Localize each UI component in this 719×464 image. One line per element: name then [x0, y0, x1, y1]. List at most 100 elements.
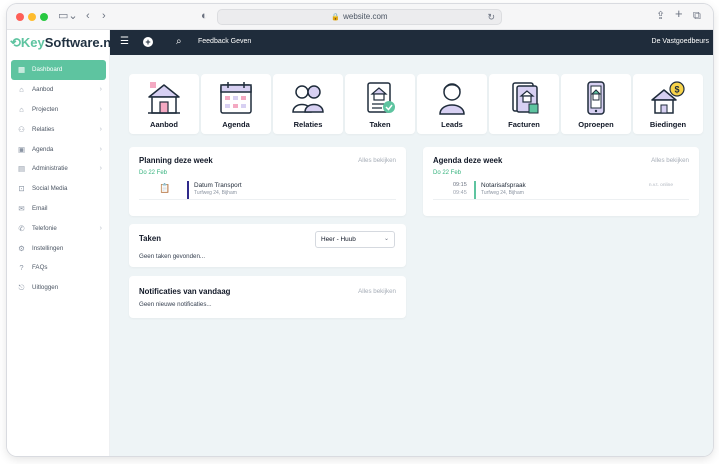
sidebar-item-label: Email	[32, 204, 48, 212]
user-menu[interactable]: De Vastgoedbeurs	[652, 38, 709, 45]
sidebar-toggle-icon[interactable]: ▭⌄	[58, 9, 78, 23]
add-icon[interactable]: +	[143, 37, 153, 47]
sidebar-item-telefonie[interactable]: ✆ Telefonie ›	[11, 218, 106, 238]
tile-taken[interactable]: Taken	[345, 74, 415, 134]
agenda-title: Agenda deze week	[433, 156, 503, 165]
menu-toggle-icon[interactable]: ☰	[120, 36, 129, 48]
sidebar-item-social-media[interactable]: ⊡ Social Media	[11, 179, 106, 199]
sidebar-item-label: Administratie	[32, 165, 68, 173]
sidebar-item-label: Agenda	[32, 145, 54, 153]
person-icon	[439, 83, 465, 115]
tile-biedingen[interactable]: $ Biedingen	[633, 74, 703, 134]
notificaties-empty-message: Geen nieuwe notificaties...	[139, 301, 212, 308]
tile-label: Agenda	[222, 120, 250, 129]
event-status: n.v.t. online	[648, 183, 673, 188]
tile-label: Taken	[369, 120, 391, 129]
agenda-date: Do 22 Feb	[433, 170, 462, 176]
sidebar-item-relaties[interactable]: ⚇ Relaties ›	[11, 119, 106, 139]
sidebar-item-aanbod[interactable]: ⌂ Aanbod ›	[11, 80, 106, 100]
new-tab-icon[interactable]: +	[675, 7, 683, 21]
dashboard-icon: ▦	[17, 65, 26, 75]
sidebar-item-uitloggen[interactable]: ⎋ Uitloggen	[11, 278, 106, 298]
sidebar-item-label: Uitloggen	[32, 284, 59, 292]
house-icon	[148, 82, 180, 114]
share-icon[interactable]: ⇪	[656, 9, 665, 23]
lock-icon: 🔒	[331, 14, 341, 21]
taken-user-select[interactable]: Heer - Huub ⌄	[315, 231, 395, 248]
event-address: Turfweg 24, Bijham	[194, 190, 237, 196]
chevron-right-icon: ›	[99, 86, 102, 94]
tile-oproepen[interactable]: Oproepen	[561, 74, 631, 134]
share-icon: ⊡	[18, 184, 25, 194]
back-icon[interactable]: ‹	[86, 9, 90, 23]
sidebar-item-label: Dashboard	[32, 66, 63, 74]
tile-leads[interactable]: Leads	[417, 74, 487, 134]
home-icon: ⌂	[19, 85, 24, 95]
planning-title: Planning deze week	[139, 156, 213, 165]
sidebar-item-dashboard[interactable]: ▦ Dashboard	[11, 60, 106, 80]
logo-prefix: Key	[20, 35, 45, 50]
tile-agenda[interactable]: Agenda	[201, 74, 271, 134]
planning-date: Do 22 Feb	[139, 170, 168, 176]
shield-icon[interactable]: ◐	[201, 9, 208, 23]
minimize-window-button[interactable]	[28, 13, 36, 21]
agenda-view-all-link[interactable]: Alles bekijken	[651, 157, 689, 164]
event-color-bar	[474, 181, 476, 199]
agenda-event-row[interactable]: 09:15 09:45 Notarisafspraak Turfweg 24, …	[433, 180, 689, 200]
notificaties-card: Notificaties van vandaag Alles bekijken …	[129, 276, 406, 318]
maximize-window-button[interactable]	[40, 13, 48, 21]
sidebar-item-label: Relaties	[32, 125, 55, 133]
notificaties-view-all-link[interactable]: Alles bekijken	[358, 288, 396, 295]
tile-aanbod[interactable]: Aanbod	[129, 74, 199, 134]
browser-window: ▭⌄ ‹ › ◐ 🔒 website.com ↻ ⇪ + ⧉ ⟲KeySoftwa…	[7, 4, 713, 456]
feedback-link[interactable]: Feedback Geven	[198, 38, 251, 45]
phone-icon	[587, 81, 605, 115]
address-bar[interactable]: 🔒 website.com ↻	[217, 9, 502, 25]
logo[interactable]: ⟲KeySoftware.nl	[10, 35, 115, 53]
dashboard-main: Aanbod Agenda Relaties Taken Leads Factu…	[110, 55, 713, 456]
taken-title: Taken	[139, 234, 161, 243]
search-icon[interactable]: ⌕	[176, 36, 182, 48]
planning-event-row[interactable]: 📋 Datum Transport Turfweg 24, Bijham	[139, 180, 396, 200]
sidebar-item-faqs[interactable]: ? FAQs	[11, 258, 106, 278]
planning-card: Planning deze week Alles bekijken Do 22 …	[129, 147, 406, 216]
sidebar-nav: ▦ Dashboard ⌂ Aanbod › ⌂ Projecten › ⚇ R…	[11, 60, 106, 298]
sidebar-item-projecten[interactable]: ⌂ Projecten ›	[11, 100, 106, 120]
event-end-time: 09:45	[453, 190, 467, 196]
event-start-time: 09:15	[453, 182, 467, 188]
people-icon: ⚇	[18, 124, 25, 134]
planning-view-all-link[interactable]: Alles bekijken	[358, 157, 396, 164]
tile-label: Oproepen	[578, 120, 614, 129]
mail-icon: ✉	[18, 203, 25, 213]
tile-label: Facturen	[508, 120, 540, 129]
chevron-right-icon: ›	[99, 224, 102, 232]
tile-relaties[interactable]: Relaties	[273, 74, 343, 134]
chevron-right-icon: ›	[99, 145, 102, 153]
sidebar-item-label: FAQs	[32, 264, 48, 272]
svg-text:$: $	[674, 85, 679, 95]
building-icon: ⌂	[19, 104, 24, 114]
select-value: Heer - Huub	[321, 236, 356, 243]
reload-icon[interactable]: ↻	[487, 10, 495, 24]
sidebar-item-instellingen[interactable]: ⚙ Instellingen	[11, 238, 106, 258]
agenda-card: Agenda deze week Alles bekijken Do 22 Fe…	[423, 147, 699, 216]
chevron-right-icon: ›	[99, 105, 102, 113]
tile-label: Relaties	[293, 120, 323, 129]
help-icon: ?	[19, 263, 24, 273]
forward-icon[interactable]: ›	[102, 9, 106, 23]
sidebar-item-administratie[interactable]: ▤ Administratie ›	[11, 159, 106, 179]
url-text: website.com	[343, 12, 388, 21]
sidebar-item-agenda[interactable]: ▣ Agenda ›	[11, 139, 106, 159]
sidebar-item-label: Instellingen	[32, 244, 64, 252]
tasks-icon	[367, 82, 395, 113]
tabs-overview-icon[interactable]: ⧉	[693, 9, 701, 23]
logo-arrow-icon: ⟲	[10, 35, 21, 50]
chevron-right-icon: ›	[99, 125, 102, 133]
tile-facturen[interactable]: Facturen	[489, 74, 559, 134]
bid-house-icon: $	[651, 81, 685, 114]
sidebar-item-email[interactable]: ✉ Email	[11, 199, 106, 219]
logout-icon: ⎋	[18, 283, 25, 293]
browser-toolbar: ▭⌄ ‹ › ◐ 🔒 website.com ↻ ⇪ + ⧉	[7, 4, 713, 30]
close-window-button[interactable]	[16, 13, 24, 21]
event-color-bar	[187, 181, 189, 199]
